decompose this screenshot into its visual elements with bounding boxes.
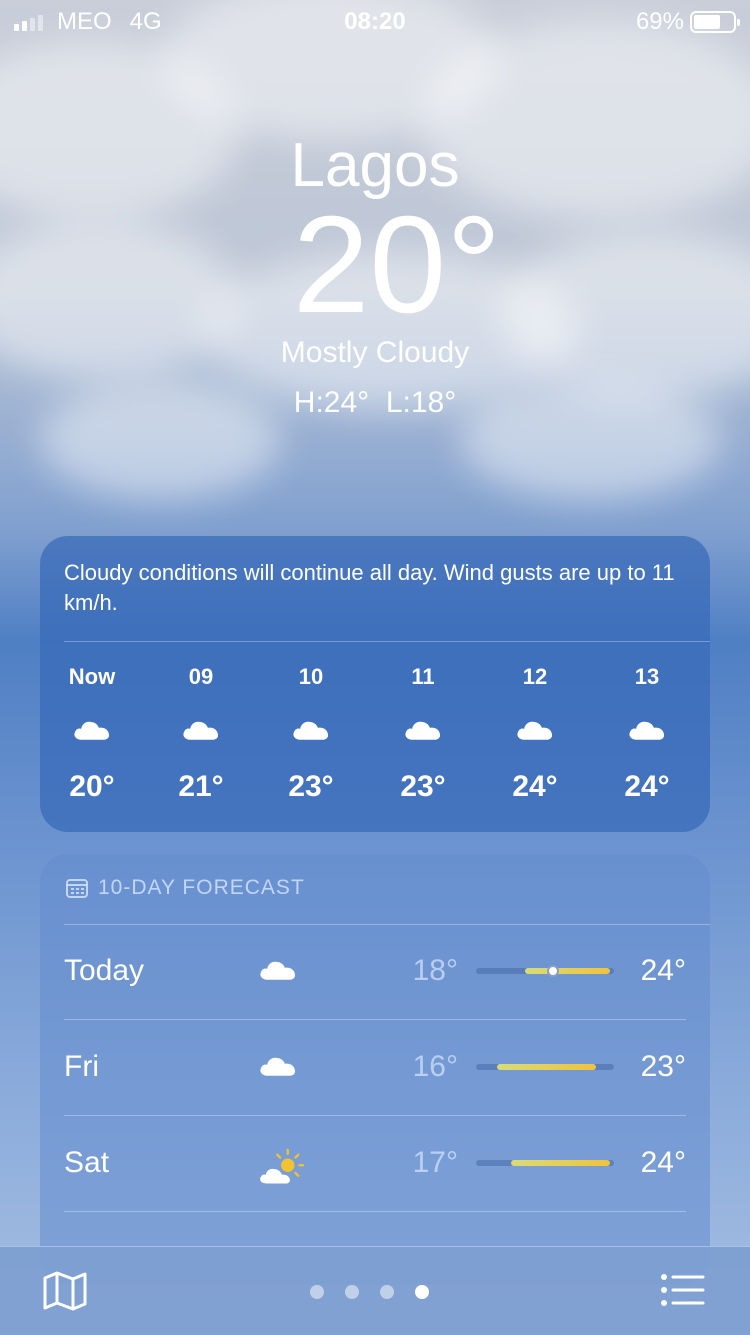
partly-sunny-icon <box>258 1148 306 1191</box>
hourly-item: Now 20° <box>37 664 147 804</box>
cloud-icon <box>258 1052 298 1082</box>
ten-day-title: 10-DAY FORECAST <box>98 876 305 899</box>
bottom-toolbar <box>0 1246 750 1335</box>
status-right: 69% <box>635 8 740 36</box>
day-label: Sat <box>64 1146 110 1179</box>
status-bar: MEO 4G 08:20 69% <box>0 0 750 44</box>
high-temp: 24° <box>640 1146 686 1179</box>
list-icon[interactable] <box>660 1273 706 1307</box>
low-temp: 18° <box>412 954 458 987</box>
low-temp: 16° <box>412 1050 458 1083</box>
temp-range-bar <box>476 1160 614 1166</box>
hourly-item: 11 23° <box>368 664 478 804</box>
calendar-icon <box>66 879 88 898</box>
temp-range-fill <box>511 1160 610 1166</box>
temp-range-fill <box>497 1064 596 1070</box>
hour-label: 10 <box>298 664 324 689</box>
ten-day-header: 10-DAY FORECAST <box>66 876 305 900</box>
hour-temperature: 23° <box>400 770 446 803</box>
temp-range-bar <box>476 965 614 977</box>
daily-row[interactable]: Fri 16° 23° <box>64 1020 686 1116</box>
current-temp-dot <box>547 965 560 977</box>
day-label: Today <box>64 954 145 987</box>
battery-icon <box>690 11 740 33</box>
page-dot[interactable] <box>380 1285 394 1299</box>
hourly-item: 10 23° <box>256 664 366 804</box>
hour-temperature: 20° <box>69 770 115 803</box>
hourly-list[interactable]: Now 20° 09 21° 10 23° 11 23° 12 24° 13 24° <box>40 664 710 814</box>
cloud-icon <box>256 716 366 748</box>
cloud-icon <box>258 956 298 986</box>
cloud-icon <box>37 716 147 748</box>
hourly-forecast-card[interactable]: Cloudy conditions will continue all day.… <box>40 536 710 832</box>
ten-day-forecast-card[interactable]: 10-DAY FORECAST Today 18° 24° Fri 16° 23° Sat 1… <box>40 854 710 1284</box>
hourly-item: 12 24° <box>480 664 590 804</box>
divider <box>64 1211 686 1212</box>
current-temperature: 20° <box>0 196 750 334</box>
hour-label: 11 <box>411 664 435 689</box>
forecast-summary: Cloudy conditions will continue all day.… <box>64 560 675 615</box>
cloud-icon <box>146 716 256 748</box>
battery-percent: 69% <box>635 8 684 35</box>
current-temperature-value: 20° <box>292 188 502 342</box>
hour-label: 12 <box>522 664 548 689</box>
cloud-icon <box>592 716 702 748</box>
divider <box>64 641 710 642</box>
hour-temperature: 24° <box>624 770 670 803</box>
high-low: H:24° L:18° <box>293 386 457 419</box>
hourly-item: 09 21° <box>146 664 256 804</box>
cloud-icon <box>480 716 590 748</box>
hourly-item: 13 24° <box>592 664 702 804</box>
temp-range-bar <box>476 1064 614 1070</box>
hour-temperature: 24° <box>512 770 558 803</box>
weather-condition: Mostly Cloudy <box>280 336 470 369</box>
cloud-icon <box>368 716 478 748</box>
hour-label: 13 <box>634 664 660 689</box>
page-indicator[interactable] <box>310 1285 429 1299</box>
hour-label: 09 <box>188 664 214 689</box>
temp-range-fill <box>525 968 610 974</box>
high-temp: 24° <box>640 954 686 987</box>
hour-temperature: 23° <box>288 770 334 803</box>
map-icon[interactable] <box>42 1271 88 1311</box>
daily-row[interactable]: Sat 17° 24° <box>64 1116 686 1212</box>
hour-label: Now <box>68 664 116 689</box>
low-temp: 17° <box>412 1146 458 1179</box>
day-label: Fri <box>64 1050 99 1083</box>
hour-temperature: 21° <box>178 770 224 803</box>
high-temp: 23° <box>640 1050 686 1083</box>
page-dot[interactable] <box>415 1285 429 1299</box>
daily-row[interactable]: Today 18° 24° <box>64 924 686 1020</box>
page-dot[interactable] <box>310 1285 324 1299</box>
page-dot[interactable] <box>345 1285 359 1299</box>
